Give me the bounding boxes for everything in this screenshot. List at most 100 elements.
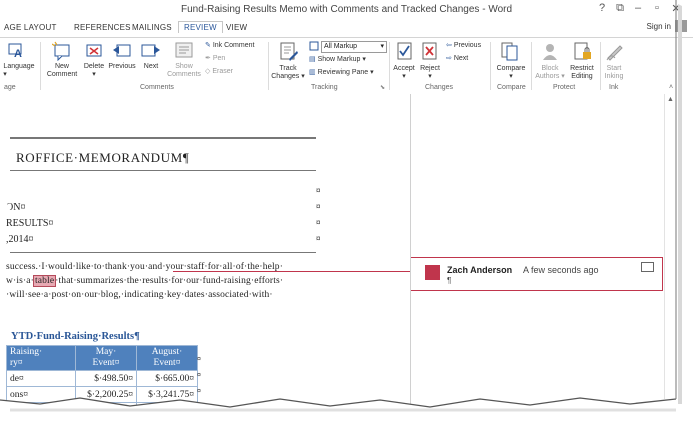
window-title: Fund-Raising Results Memo with Comments … [180, 4, 513, 15]
tab-view[interactable]: VIEW [226, 23, 247, 32]
tab-mailings[interactable]: MAILINGS [132, 23, 172, 32]
display-for-review-icon [309, 41, 319, 51]
sign-in-link[interactable]: Sign in [647, 22, 671, 31]
ribbon-display-options-button[interactable]: ⧉ [612, 2, 628, 15]
delete-comment-button[interactable]: Delete [80, 63, 108, 71]
show-comments-button[interactable]: Show Comments [164, 63, 204, 79]
memo-heading: ROFFICE·MEMORANDUM¶ [16, 150, 190, 165]
table-cell[interactable]: $·2,200.25¤ [75, 386, 137, 403]
markup-area [410, 94, 664, 404]
pen-icon: ✒ [205, 55, 211, 62]
block-authors-icon [543, 44, 557, 60]
eraser-label: Eraser [212, 68, 233, 75]
memo-line-3: RESULTS¤ [6, 218, 54, 229]
table-cell[interactable]: Booth¤ [6, 402, 76, 419]
header-text: Raising· [10, 347, 43, 357]
row-end-mark: ¤ [197, 356, 201, 363]
group-label-changes: Changes [425, 84, 454, 91]
tab-page-layout[interactable]: AGE LAYOUT [4, 23, 57, 32]
next-comment-icon [141, 44, 160, 57]
language-button[interactable]: Language [0, 63, 38, 71]
chevron-down-icon: ▾ [380, 43, 384, 50]
header-text: ry¤ [10, 358, 23, 368]
new-comment-label-1: New [54, 63, 69, 70]
tracking-options-launcher-icon[interactable]: ⬊ [380, 84, 385, 91]
reviewing-pane-button[interactable]: ▥ Reviewing Pane ▾ [309, 68, 374, 76]
group-label-language: age [4, 84, 16, 91]
show-markup-icon: ▤ [309, 56, 316, 63]
previous-change-icon: ⇦ [446, 42, 452, 49]
accept-label: Accept [393, 65, 415, 72]
scroll-up-icon[interactable]: ▲ [667, 96, 674, 103]
group-label-tracking: Tracking [311, 84, 338, 91]
table-cell[interactable]: ons¤ [6, 386, 76, 403]
body-line-2: w·is·a·table·that·summarizes·the·results… [6, 275, 283, 287]
restrict-editing-button[interactable]: Restrict Editing [566, 65, 598, 81]
previous-comment-button[interactable]: Previous [106, 63, 138, 71]
group-label-ink: Ink [609, 84, 619, 91]
ink-comment-icon: ✎ [205, 42, 211, 49]
svg-text:A: A [14, 48, 22, 60]
row-end-mark: ¤ [197, 388, 201, 395]
close-button[interactable]: ✕ [668, 2, 684, 15]
display-for-review-dropdown[interactable]: All Markup ▾ [321, 41, 387, 53]
track-changes-label-1: Track [279, 65, 297, 72]
previous-change-button[interactable]: ⇦ Previous [446, 41, 481, 49]
commented-word-highlight[interactable]: table [32, 275, 57, 287]
help-button[interactable]: ? [594, 2, 610, 14]
cell-end-mark: ¤ [316, 186, 321, 195]
table-header-cell[interactable]: Raising· ry¤ [6, 345, 76, 371]
new-comment-button[interactable]: New Comment [44, 63, 80, 79]
reply-comment-icon[interactable] [641, 262, 654, 272]
body-line-2-start: w·is·a· [6, 276, 34, 286]
comment-text[interactable]: ¶ [447, 276, 451, 285]
next-comment-button[interactable]: Next [138, 63, 164, 71]
user-avatar[interactable] [675, 20, 687, 32]
reject-button[interactable]: Reject ▾ [416, 65, 444, 81]
table-cell[interactable]: $·665.00¤ [136, 370, 198, 387]
table-cell[interactable]: $·3,241.75¤ [136, 386, 198, 403]
language-icon: A [8, 43, 22, 60]
block-authors-button[interactable]: Block Authors ▾ [532, 65, 568, 81]
tab-review[interactable]: REVIEW [178, 21, 223, 33]
start-inking-button[interactable]: Start Inking [598, 65, 630, 81]
restrict-editing-label-1: Restrict [570, 65, 594, 72]
title-bar: Fund-Raising Results Memo with Comments … [0, 0, 693, 22]
table-cell[interactable]: $·498.50¤ [75, 370, 137, 387]
reviewing-pane-label: Reviewing Pane [317, 69, 369, 76]
reviewing-pane-icon: ▥ [309, 69, 316, 76]
vertical-scrollbar[interactable]: ▲ [664, 94, 677, 399]
ink-comment-button[interactable]: ✎ Ink Comment [205, 41, 254, 49]
cell-end-mark: ¤ [316, 234, 321, 243]
comment-author-avatar [425, 265, 440, 280]
document-page[interactable]: ROFFICE·MEMORANDUM¶ ¤ ON¤ ¤ RESULTS¤ ¤ ,… [0, 94, 410, 419]
table-cell[interactable]: $·1,061.50¤ [136, 402, 198, 419]
comment-balloon[interactable]: Zach Anderson A few seconds ago ¶ [411, 257, 663, 291]
table-cell[interactable]: de¤ [6, 370, 76, 387]
compare-button[interactable]: Compare ▾ [494, 65, 528, 81]
next-change-label: Next [453, 55, 469, 62]
restore-button[interactable]: ▫ [649, 2, 665, 14]
fund-raising-table[interactable]: Raising· ry¤ May· Event¤ August· Event¤ … [6, 345, 198, 419]
table-header-cell[interactable]: May· Event¤ [75, 345, 137, 371]
track-changes-label-2: Changes ▾ [271, 73, 305, 80]
header-text: August· [151, 347, 183, 357]
delete-comment-icon [86, 44, 102, 57]
show-markup-button[interactable]: ▤ Show Markup ▾ [309, 55, 366, 63]
header-text: Event¤ [153, 358, 181, 368]
accept-button[interactable]: Accept ▾ [390, 65, 418, 81]
next-change-button[interactable]: ⇨ Next [446, 54, 468, 62]
comment-time: A few seconds ago [523, 265, 599, 275]
collapse-ribbon-icon[interactable]: ˄ [669, 84, 673, 91]
comment-connector-line [173, 271, 413, 272]
table-header-cell[interactable]: August· Event¤ [136, 345, 198, 371]
cell-end-mark: ¤ [316, 202, 321, 211]
eraser-button[interactable]: ◇ Eraser [205, 67, 233, 75]
tab-references[interactable]: REFERENCES [74, 23, 131, 32]
minimize-button[interactable]: – [630, 2, 646, 14]
table-cell[interactable]: $·656.25¤ [75, 402, 137, 419]
body-line-3: ·will·see·a·post·on·our·blog,·indicating… [6, 290, 273, 300]
show-comments-icon [175, 42, 193, 58]
pen-button[interactable]: ✒ Pen [205, 54, 225, 62]
track-changes-button[interactable]: Track Changes ▾ [270, 65, 306, 81]
